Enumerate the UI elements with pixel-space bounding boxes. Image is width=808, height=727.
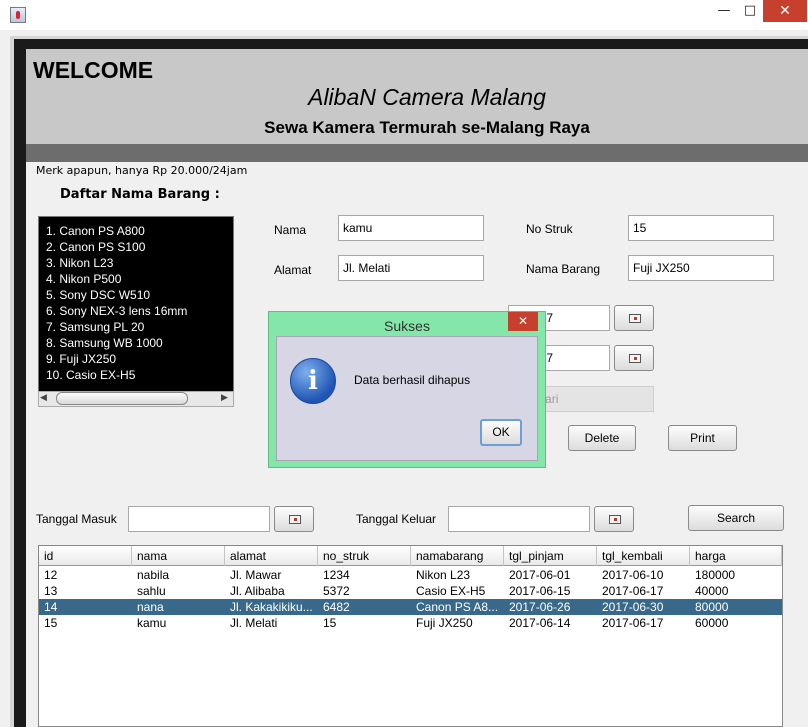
column-header-tgl-pinjam[interactable]: tgl_pinjam: [504, 546, 597, 566]
cell-tgl-pinjam: 2017-06-01: [509, 568, 571, 582]
scroll-left-icon[interactable]: ◀: [40, 393, 47, 403]
dialog-title: Sukses: [384, 318, 430, 334]
calendar-keluar-button[interactable]: [594, 506, 634, 532]
price-note: Merk apapun, hanya Rp 20.000/24jam: [36, 164, 248, 177]
cell-namabarang: Casio EX-H5: [416, 584, 486, 598]
namabarang-label: Nama Barang: [526, 262, 601, 276]
cell-nama: kamu: [137, 616, 167, 630]
list-item[interactable]: 6. Sony NEX-3 lens 16mm: [46, 303, 233, 319]
cell-tgl-pinjam: 2017-06-14: [509, 616, 571, 630]
tanggal-masuk-label: Tanggal Masuk: [36, 512, 117, 526]
table-header: id nama alamat no_struk namabarang tgl_p…: [39, 546, 782, 566]
list-item[interactable]: 9. Fuji JX250: [46, 351, 233, 367]
nostruk-label: No Struk: [526, 222, 573, 236]
scroll-right-icon[interactable]: ▶: [221, 393, 228, 403]
close-window-button[interactable]: ✕: [763, 0, 807, 22]
cell-tgl-kembali: 2017-06-30: [602, 600, 664, 614]
cell-nama: sahlu: [137, 584, 166, 598]
alamat-field[interactable]: Jl. Melati: [338, 255, 484, 281]
nama-field[interactable]: kamu: [338, 215, 484, 241]
welcome-heading: WELCOME: [33, 57, 154, 83]
table-row[interactable]: 13 sahlu Jl. Alibaba 5372 Casio EX-H5 20…: [39, 583, 782, 599]
cell-tgl-pinjam: 2017-06-26: [509, 600, 571, 614]
tagline: Sewa Kamera Termurah se-Malang Raya: [264, 118, 590, 137]
cell-alamat: Jl. Alibaba: [230, 584, 285, 598]
calendar-icon: [289, 515, 301, 524]
cell-id: 12: [44, 568, 58, 582]
items-list[interactable]: 1. Canon PS A800 2. Canon PS S100 3. Nik…: [38, 216, 234, 406]
column-header-id[interactable]: id: [39, 546, 132, 566]
table-body: 12 nabila Jl. Mawar 1234 Nikon L23 2017-…: [39, 567, 782, 631]
cell-namabarang: Nikon L23: [416, 568, 471, 582]
cell-no-struk: 6482: [323, 600, 350, 614]
list-item[interactable]: 3. Nikon L23: [46, 255, 233, 271]
namabarang-field[interactable]: Fuji JX250: [628, 255, 774, 281]
alamat-label: Alamat: [274, 263, 312, 277]
calendar-masuk-button[interactable]: [274, 506, 314, 532]
scrollbar-thumb[interactable]: [56, 392, 188, 405]
list-item[interactable]: 8. Samsung WB 1000: [46, 335, 233, 351]
dialog-close-button[interactable]: ✕: [508, 312, 538, 331]
java-cup-icon: [10, 7, 26, 23]
tanggal-keluar-label: Tanggal Keluar: [356, 512, 437, 526]
header-divider: [26, 144, 808, 162]
delete-button[interactable]: Delete: [568, 425, 636, 451]
list-item[interactable]: 10. Casio EX-H5: [46, 367, 233, 383]
column-header-namabarang[interactable]: namabarang: [411, 546, 504, 566]
calendar-icon: [629, 314, 641, 323]
list-item[interactable]: 7. Samsung PL 20: [46, 319, 233, 335]
calendar-pinjam-button[interactable]: [614, 305, 654, 331]
cell-harga: 60000: [695, 616, 729, 630]
cell-alamat: Jl. Melati: [230, 616, 278, 630]
calendar-icon: [629, 354, 641, 363]
list-item[interactable]: 4. Nikon P500: [46, 271, 233, 287]
cell-namabarang: Canon PS A8...: [416, 600, 499, 614]
column-header-alamat[interactable]: alamat: [225, 546, 318, 566]
cell-id: 14: [44, 600, 58, 614]
cell-no-struk: 1234: [323, 568, 350, 582]
nostruk-field[interactable]: 15: [628, 215, 774, 241]
calendar-kembali-button[interactable]: [614, 345, 654, 371]
cell-id: 15: [44, 616, 58, 630]
window-titlebar: [0, 0, 808, 30]
minimize-button[interactable]: —: [711, 0, 737, 22]
company-name: AlibaN Camera Malang: [308, 84, 546, 110]
maximize-button[interactable]: □: [737, 0, 763, 22]
list-item[interactable]: 2. Canon PS S100: [46, 239, 233, 255]
cell-no-struk: 5372: [323, 584, 350, 598]
list-item[interactable]: 1. Canon PS A800: [46, 223, 233, 239]
cell-tgl-kembali: 2017-06-17: [602, 616, 664, 630]
calendar-icon: [609, 515, 621, 524]
print-button[interactable]: Print: [668, 425, 737, 451]
cell-tgl-pinjam: 2017-06-15: [509, 584, 571, 598]
dialog-message: Data berhasil dihapus: [354, 373, 471, 387]
cell-id: 13: [44, 584, 58, 598]
table-row[interactable]: 15 kamu Jl. Melati 15 Fuji JX250 2017-06…: [39, 615, 782, 631]
info-icon: i: [290, 358, 336, 404]
cell-nama: nabila: [137, 568, 170, 582]
cell-namabarang: Fuji JX250: [416, 616, 473, 630]
items-list-title: Daftar Nama Barang :: [60, 187, 220, 202]
cell-alamat: Jl. Mawar: [230, 568, 282, 582]
column-header-tgl-kembali[interactable]: tgl_kembali: [597, 546, 690, 566]
ok-button[interactable]: OK: [480, 419, 522, 446]
cell-no-struk: 15: [323, 616, 337, 630]
table-row-selected[interactable]: 14 nana Jl. Kakakikiku... 6482 Canon PS …: [39, 599, 782, 615]
search-button[interactable]: Search: [688, 505, 784, 531]
tanggal-keluar-field[interactable]: [448, 506, 590, 532]
cell-harga: 180000: [695, 568, 736, 582]
cell-harga: 40000: [695, 584, 729, 598]
tanggal-masuk-field[interactable]: [128, 506, 270, 532]
cell-tgl-kembali: 2017-06-10: [602, 568, 664, 582]
list-item[interactable]: 5. Sony DSC W510: [46, 287, 233, 303]
cell-alamat: Jl. Kakakikiku...: [230, 600, 313, 614]
nama-label: Nama: [274, 223, 307, 237]
cell-nama: nana: [137, 600, 164, 614]
column-header-nama[interactable]: nama: [132, 546, 225, 566]
column-header-no-struk[interactable]: no_struk: [318, 546, 411, 566]
table-row[interactable]: 12 nabila Jl. Mawar 1234 Nikon L23 2017-…: [39, 567, 782, 583]
cell-tgl-kembali: 2017-06-17: [602, 584, 664, 598]
column-header-harga[interactable]: harga: [690, 546, 782, 566]
cell-harga: 80000: [695, 600, 729, 614]
